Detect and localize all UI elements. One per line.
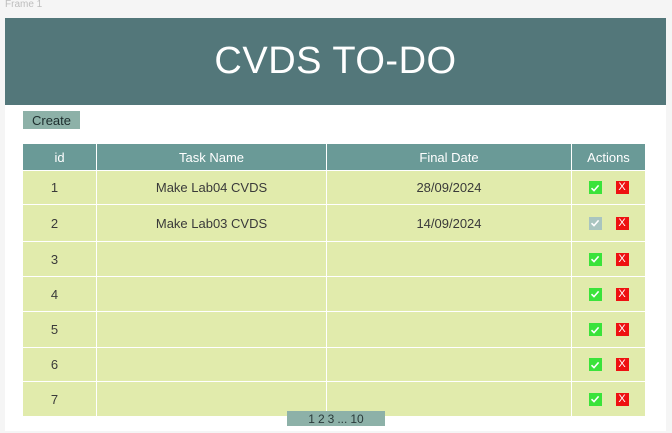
page-link-3[interactable]: 3 — [328, 412, 335, 426]
task-name: Make Lab04 CVDS — [97, 171, 326, 204]
task-final-date: 14/09/2024 — [327, 205, 571, 241]
close-icon[interactable]: X — [615, 287, 629, 301]
table-row: 6X — [23, 348, 645, 381]
table-row: 1 Make Lab04 CVDS 28/09/2024 X — [23, 171, 645, 204]
task-id: 7 — [23, 382, 96, 416]
task-id: 3 — [23, 242, 96, 276]
page-link-1[interactable]: 1 — [308, 412, 315, 426]
task-id: 6 — [23, 348, 96, 381]
table-row: 2 Make Lab03 CVDS 14/09/2024 X — [23, 205, 645, 241]
frame: CVDS TO-DO Create id Task Name Final Dat… — [5, 18, 666, 431]
table-row: 5X — [23, 312, 645, 347]
task-final-date — [327, 242, 571, 276]
check-icon[interactable] — [588, 181, 602, 194]
frame-label: Frame 1 — [5, 0, 43, 10]
task-name — [97, 312, 326, 347]
close-icon[interactable]: X — [615, 392, 629, 406]
task-id: 4 — [23, 277, 96, 311]
close-icon[interactable]: X — [615, 216, 629, 230]
task-actions: X — [572, 382, 645, 416]
task-final-date — [327, 277, 571, 311]
check-icon[interactable] — [588, 323, 602, 336]
task-name — [97, 348, 326, 381]
column-header-actions: Actions — [572, 144, 645, 170]
task-id: 2 — [23, 205, 96, 241]
task-final-date — [327, 348, 571, 381]
task-actions: X — [572, 312, 645, 347]
task-actions: X — [572, 348, 645, 381]
check-icon[interactable] — [588, 287, 602, 301]
task-id: 5 — [23, 312, 96, 347]
check-icon[interactable] — [588, 216, 602, 230]
table-row: 4X — [23, 277, 645, 311]
task-final-date: 28/09/2024 — [327, 171, 571, 204]
task-actions: X — [572, 171, 645, 204]
pagination: 1 2 3... 10 — [287, 411, 385, 426]
task-actions: X — [572, 242, 645, 276]
close-icon[interactable]: X — [615, 181, 629, 194]
task-name — [97, 242, 326, 276]
table-row: 3X — [23, 242, 645, 276]
task-name — [97, 277, 326, 311]
page-link-2[interactable]: 2 — [318, 412, 325, 426]
column-header-final-date: Final Date — [327, 144, 571, 170]
close-icon[interactable]: X — [615, 252, 629, 266]
page-title: CVDS TO-DO — [5, 18, 666, 105]
task-id: 1 — [23, 171, 96, 204]
pagination-ellipsis: ... — [337, 411, 348, 426]
page-link-last[interactable]: 10 — [350, 412, 363, 426]
create-button[interactable]: Create — [23, 111, 80, 129]
task-final-date — [327, 312, 571, 347]
close-icon[interactable]: X — [615, 358, 629, 371]
task-name: Make Lab03 CVDS — [97, 205, 326, 241]
close-icon[interactable]: X — [615, 323, 629, 336]
check-icon[interactable] — [588, 358, 602, 371]
column-header-task-name: Task Name — [97, 144, 326, 170]
task-actions: X — [572, 205, 645, 241]
column-header-id: id — [23, 144, 96, 170]
task-actions: X — [572, 277, 645, 311]
check-icon[interactable] — [588, 252, 602, 266]
check-icon[interactable] — [588, 392, 602, 406]
tasks-table: id Task Name Final Date Actions 1 Make La… — [23, 144, 645, 416]
table-header: id Task Name Final Date Actions — [23, 144, 645, 170]
